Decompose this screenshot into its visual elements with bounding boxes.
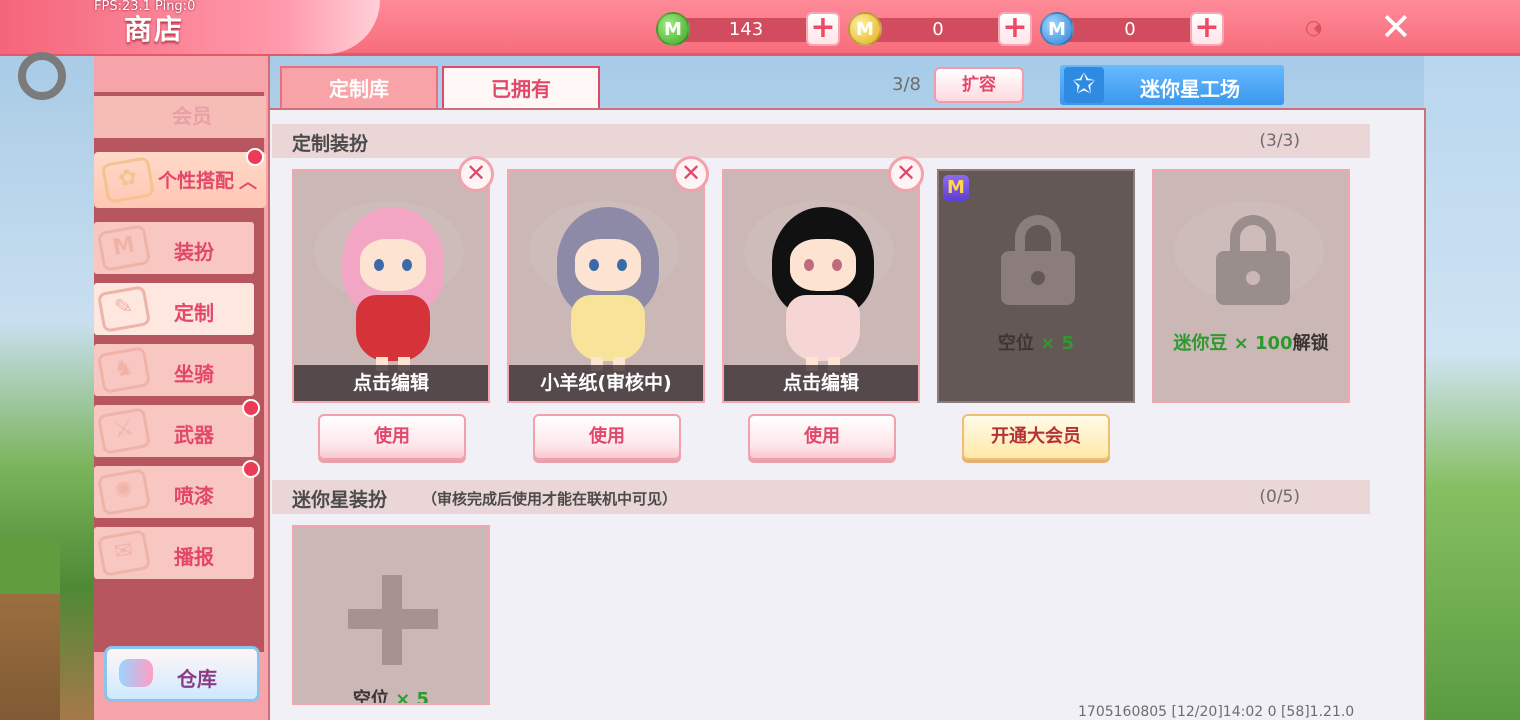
use-outfit-3-button[interactable]: 使用 <box>748 414 896 460</box>
locked-slot-text: 空位 × 5 <box>997 333 1075 354</box>
use-outfit-2-button[interactable]: 使用 <box>533 414 681 460</box>
section-count: (3/3) <box>1259 131 1300 151</box>
warehouse-label: 仓库 <box>177 667 217 691</box>
delete-outfit-1-button[interactable]: ✕ <box>458 156 494 192</box>
sidebar-group-label: 个性搭配 <box>158 170 235 192</box>
section-custom-outfits: 定制装扮 (3/3) <box>272 124 1370 158</box>
sidebar-item-label: 武器 <box>174 423 214 447</box>
empty-slot-text: 空位 × 5 <box>352 689 430 705</box>
add-green-currency-button[interactable]: + <box>806 12 840 46</box>
add-outfit-slot[interactable]: 空位 × 5 <box>292 525 490 705</box>
signal-icon: ◔ <box>1300 12 1330 43</box>
sidebar-item-label: 播报 <box>174 545 214 569</box>
scenery-right <box>1424 56 1520 720</box>
pencil-ruler-icon: ✎ <box>96 285 152 333</box>
currency-value: 143 <box>728 19 764 40</box>
sidebar-item-mount[interactable]: ♞ 坐骑 <box>94 344 254 396</box>
locked-slot-card: M 空位 × 5 <box>937 169 1135 403</box>
sidebar-group-personal[interactable]: ✿ 个性搭配 ︿ <box>94 148 266 208</box>
mini-star-workshop-button[interactable]: ✩ 迷你星工场 <box>1060 65 1284 105</box>
tab-custom-library[interactable]: 定制库 <box>280 66 438 110</box>
sidebar-item-member[interactable]: 会员 <box>94 96 266 138</box>
notification-dot <box>242 460 260 478</box>
avatar-wolf-hood <box>547 201 669 371</box>
currency-value: 0 <box>1124 19 1136 40</box>
capacity-count: 3/8 <box>892 74 921 95</box>
sidebar-item-spray[interactable]: ✺ 喷漆 <box>94 460 260 518</box>
outfit-card-2[interactable]: 小羊纸(审核中) <box>507 169 705 403</box>
shirt-icon: M <box>96 224 152 272</box>
page-title: 商店 <box>124 13 185 46</box>
use-outfit-1-button[interactable]: 使用 <box>318 414 466 460</box>
gun-icon: ⚔ <box>96 407 152 455</box>
spray-can-icon: ✺ <box>96 468 152 516</box>
warehouse-button[interactable]: 仓库 <box>104 646 260 702</box>
delete-outfit-2-button[interactable]: ✕ <box>673 156 709 192</box>
lock-icon <box>1216 215 1290 307</box>
star-icon: ✩ <box>1064 67 1104 103</box>
section-title: 迷你星装扮 <box>292 489 388 511</box>
delete-outfit-3-button[interactable]: ✕ <box>888 156 924 192</box>
notification-dot <box>242 399 260 417</box>
outfit-card-1[interactable]: 点击编辑 <box>292 169 490 403</box>
close-icon[interactable]: ✕ <box>1380 8 1412 46</box>
blue-coin-icon: M <box>1040 12 1074 46</box>
scenery-block <box>0 540 60 720</box>
gold-coin-icon: M <box>848 12 882 46</box>
broadcast-icon: ✉ <box>96 529 152 577</box>
currency-blue: 0 M + <box>1040 12 1224 46</box>
unlock-slot-card[interactable]: 迷你豆 × 100解锁 <box>1152 169 1350 403</box>
trophy-icon: ✿ <box>100 156 156 204</box>
lock-icon <box>1001 215 1075 307</box>
sidebar-item-outfit[interactable]: M 装扮 <box>94 222 254 274</box>
card-caption: 小羊纸(审核中) <box>509 365 703 401</box>
sidebar: 会员 ✿ 个性搭配 ︿ M 装扮 ✎ 定制 ♞ 坐骑 ⚔ 武器 ✺ 喷漆 ✉ 播… <box>94 56 270 720</box>
section-title: 定制装扮 <box>292 133 369 155</box>
avatar-pink-hair <box>332 201 454 371</box>
sidebar-item-label: 喷漆 <box>174 484 214 508</box>
menu-ring-icon[interactable] <box>18 52 66 100</box>
tab-owned[interactable]: 已拥有 <box>442 66 600 110</box>
chevron-up-icon: ︿ <box>239 172 257 193</box>
bag-icon <box>119 659 153 687</box>
sidebar-item-weapon[interactable]: ⚔ 武器 <box>94 399 260 457</box>
card-caption: 点击编辑 <box>294 365 488 401</box>
build-info: 1705160805 [12/20]14:02 0 [58]1.21.0 <box>1078 704 1355 720</box>
card-caption: 点击编辑 <box>724 365 918 401</box>
unlock-cost-text: 迷你豆 × 100解锁 <box>1173 333 1329 354</box>
outfit-card-3[interactable]: 点击编辑 <box>722 169 920 403</box>
expand-capacity-button[interactable]: 扩容 <box>934 67 1024 103</box>
mount-icon: ♞ <box>96 346 152 394</box>
section-note: （审核完成后使用才能在联机中可见） <box>422 490 678 508</box>
currency-green: 143 M + <box>656 12 840 46</box>
top-bar: FPS:23.1 Ping:0 商店 143 M + 0 M + 0 M + ◔… <box>0 0 1520 56</box>
notification-dot <box>246 148 264 166</box>
open-vip-button[interactable]: 开通大会员 <box>962 414 1110 460</box>
sidebar-item-custom[interactable]: ✎ 定制 <box>94 283 254 335</box>
workshop-label: 迷你星工场 <box>1140 77 1240 101</box>
sidebar-item-label: 装扮 <box>174 240 214 264</box>
add-blue-currency-button[interactable]: + <box>1190 12 1224 46</box>
section-count: (0/5) <box>1259 487 1300 507</box>
currency-value: 0 <box>932 19 944 40</box>
avatar-black-hair <box>762 201 884 371</box>
vip-m-badge-icon: M <box>943 175 969 201</box>
section-mini-star-outfits: 迷你星装扮 （审核完成后使用才能在联机中可见） (0/5) <box>272 480 1370 514</box>
add-gold-currency-button[interactable]: + <box>998 12 1032 46</box>
currency-gold: 0 M + <box>848 12 1032 46</box>
sidebar-item-broadcast[interactable]: ✉ 播报 <box>94 527 254 579</box>
green-gem-coin-icon: M <box>656 12 690 46</box>
sidebar-item-label: 定制 <box>174 301 214 325</box>
sidebar-item-label: 坐骑 <box>174 362 214 386</box>
